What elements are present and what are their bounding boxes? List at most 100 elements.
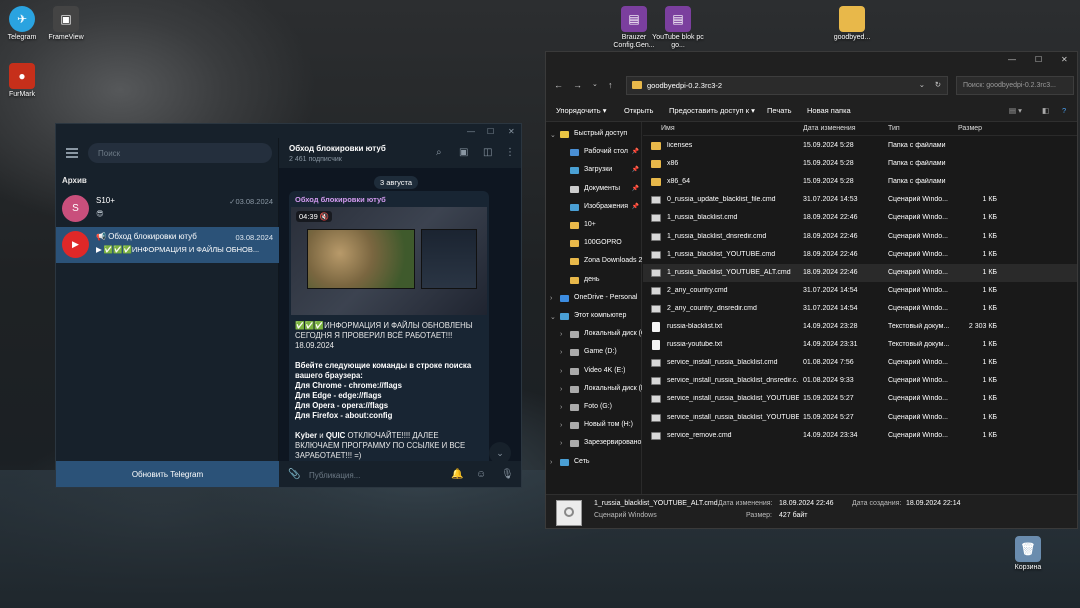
sidebar-item[interactable]: › Foto (G:) <box>546 399 642 417</box>
help-icon[interactable]: ? <box>1062 106 1066 115</box>
share-button[interactable]: Предоставить доступ к ▾ <box>669 106 755 115</box>
back-arrow-icon[interactable]: ← <box>554 80 563 90</box>
file-row[interactable]: russia-youtube.txt 14.09.2024 23:31 Тексто… <box>643 336 1077 354</box>
archive-label[interactable]: Архив <box>62 176 87 185</box>
print-button[interactable]: Печать <box>767 106 792 115</box>
file-row[interactable]: x86_64 15.09.2024 5:28 Папка с файлами <box>643 173 1077 191</box>
up-arrow-icon[interactable]: ↑ <box>608 80 613 90</box>
sidebar-item[interactable]: › Сеть <box>546 454 642 472</box>
file-row[interactable]: service_install_russia_blacklist_YOUTUBE… <box>643 390 1077 408</box>
sidebar-item[interactable]: › OneDrive - Personal <box>546 290 642 308</box>
desktop-icon-frameview[interactable]: ▣ FrameView <box>36 6 96 42</box>
close-icon[interactable]: ✕ <box>508 127 515 136</box>
expand-chevron-icon[interactable]: › <box>560 404 562 411</box>
file-row[interactable]: 2_any_country.cmd 31.07.2024 14:54 Сценари… <box>643 282 1077 300</box>
expand-chevron-icon[interactable]: › <box>560 386 562 393</box>
preview-pane-icon[interactable]: ◧ <box>1042 106 1049 115</box>
microphone-icon[interactable]: 🎙 <box>501 469 514 480</box>
file-row[interactable]: service_install_russia_blacklist_dnsredi… <box>643 372 1077 390</box>
file-row[interactable]: 1_russia_blacklist_YOUTUBE_ALT.cmd 18.09.… <box>643 263 1077 282</box>
expand-chevron-icon[interactable]: › <box>550 295 552 302</box>
expand-chevron-icon[interactable]: › <box>560 331 562 338</box>
expand-chevron-icon[interactable]: ⌄ <box>550 131 556 139</box>
sidebar-item[interactable]: › Зарезервировано системой <box>546 435 642 453</box>
sidebar-item[interactable]: Загрузки 📌 <box>546 162 642 180</box>
sidebar-item[interactable]: Zona Downloads 2 <box>546 253 642 271</box>
desktop-icon-furmark[interactable]: ● FurMark <box>0 63 52 99</box>
expand-chevron-icon[interactable]: › <box>550 459 552 466</box>
new-folder-button[interactable]: Новая папка <box>807 106 851 115</box>
sidebar-item[interactable]: Документы 📌 <box>546 181 642 199</box>
channel-header[interactable]: Обход блокировки ютуб 2 461 подписчик ⌕ … <box>279 138 521 168</box>
chat-item-obhod-blokirovki[interactable]: ▶ 📢 Обход блокировки ютуб 03.08.2024 ▶ ✅… <box>56 227 279 263</box>
address-bar[interactable]: goodbyedpi-0.2.3rc3-2 ⌄ ↻ <box>626 76 948 95</box>
file-row[interactable]: service_install_russia_blacklist_YOUTUBE… <box>643 409 1077 427</box>
refresh-icon[interactable]: ↻ <box>935 80 941 89</box>
search-icon[interactable]: ⌕ <box>436 147 442 158</box>
post-video[interactable]: 04:39 🔇 <box>291 207 487 315</box>
file-row[interactable]: 1_russia_blacklist_dnsredir.cmd 18.09.202… <box>643 228 1077 246</box>
column-size[interactable]: Размер <box>958 125 982 132</box>
file-row[interactable]: licenses 15.09.2024 5:28 Папка с файлами <box>643 137 1077 155</box>
folder-icon <box>839 6 865 32</box>
expand-chevron-icon[interactable]: › <box>560 349 562 356</box>
sort-button[interactable]: Упорядочить ▾ <box>556 106 606 115</box>
telegram-search-input[interactable]: Поиск <box>88 143 272 163</box>
expand-chevron-icon[interactable]: › <box>560 440 562 447</box>
sidebar-item[interactable]: › Новый том (H:) <box>546 417 642 435</box>
maximize-icon[interactable]: ☐ <box>487 127 494 136</box>
sidebar-item[interactable]: 100GOPRO <box>546 235 642 253</box>
message-input[interactable]: Публикация... <box>309 471 360 480</box>
desktop-icon-goodbyedpi[interactable]: goodbyed... <box>822 6 882 42</box>
file-size: 1 КБ <box>982 377 997 385</box>
open-button[interactable]: Открыть <box>624 106 653 115</box>
file-row[interactable]: x86 15.09.2024 5:28 Папка с файлами <box>643 155 1077 173</box>
close-icon[interactable]: ✕ <box>1061 55 1068 64</box>
update-telegram-button[interactable]: Обновить Telegram <box>56 461 279 487</box>
expand-chevron-icon[interactable]: › <box>560 368 562 375</box>
column-type[interactable]: Тип <box>888 125 900 132</box>
forward-arrow-icon[interactable]: → <box>573 80 582 90</box>
sidebar-item[interactable]: Рабочий стол 📌 <box>546 144 642 162</box>
desktop-icon-youtube-blok[interactable]: ▤ YouTube blok pc go... <box>648 6 708 50</box>
minimize-icon[interactable]: — <box>467 127 475 136</box>
sidebar-item[interactable]: › Video 4K (E:) <box>546 363 642 381</box>
chevron-down-icon[interactable]: ⌄ <box>919 80 925 89</box>
sidebar-item-label: Сеть <box>574 457 590 465</box>
live-stream-icon[interactable]: ▣ <box>459 147 468 158</box>
minimize-icon[interactable]: — <box>1008 55 1016 64</box>
file-row[interactable]: 1_russia_blacklist.cmd 18.09.2024 22:46 Сц… <box>643 209 1077 227</box>
sidebar-item[interactable]: Изображения 📌 <box>546 199 642 217</box>
sidebar-item[interactable]: › Локальный диск (C:) <box>546 326 642 344</box>
column-date[interactable]: Дата изменения <box>803 125 856 132</box>
file-row[interactable]: service_remove.cmd 14.09.2024 23:34 Сценар… <box>643 427 1077 445</box>
sidebar-item[interactable]: 10+ <box>546 217 642 235</box>
file-row[interactable]: 0_russia_update_blacklist_file.cmd 31.07.… <box>643 191 1077 209</box>
view-options-icon[interactable]: ▤ ▾ <box>1009 106 1022 115</box>
post-author[interactable]: Обход блокировки ютуб <box>295 195 386 204</box>
file-row[interactable]: russia-blacklist.txt 14.09.2024 23:28 Текс… <box>643 318 1077 336</box>
bell-icon[interactable]: 🔔 <box>451 469 463 480</box>
mute-icon[interactable]: 🔇 <box>320 212 329 221</box>
more-options-icon[interactable]: ⋮ <box>505 147 515 158</box>
maximize-icon[interactable]: ☐ <box>1035 55 1042 64</box>
sidebar-item[interactable]: › Game (D:) <box>546 344 642 362</box>
column-name[interactable]: Имя <box>661 125 675 132</box>
attach-icon[interactable]: 📎 <box>288 469 300 480</box>
desktop-icon-recycle-bin[interactable]: 🗑 Корзина <box>998 536 1058 572</box>
chat-item-s10[interactable]: S S10+ ✓03.08.2024 😎 <box>56 191 279 227</box>
chevron-down-icon[interactable]: ⌄ <box>592 80 598 88</box>
sidebar-item[interactable]: › Локальный диск (F:) <box>546 381 642 399</box>
sidebar-toggle-icon[interactable]: ◫ <box>483 147 492 158</box>
sidebar-item[interactable]: ⌄ Этот компьютер <box>546 308 642 326</box>
expand-chevron-icon[interactable]: › <box>560 422 562 429</box>
sidebar-item[interactable]: ⌄ Быстрый доступ <box>546 126 642 144</box>
hamburger-menu-icon[interactable] <box>66 148 78 158</box>
emoji-icon[interactable]: ☺ <box>476 469 486 480</box>
sidebar-item[interactable]: день <box>546 272 642 290</box>
expand-chevron-icon[interactable]: ⌄ <box>550 313 556 321</box>
explorer-search-input[interactable]: Поиск: goodbyedpi-0.2.3rc3... <box>956 76 1074 95</box>
file-row[interactable]: 1_russia_blacklist_YOUTUBE.cmd 18.09.2024… <box>643 246 1077 264</box>
file-row[interactable]: service_install_russia_blacklist.cmd 01.0… <box>643 354 1077 372</box>
file-row[interactable]: 2_any_country_dnsredir.cmd 31.07.2024 14:… <box>643 300 1077 318</box>
